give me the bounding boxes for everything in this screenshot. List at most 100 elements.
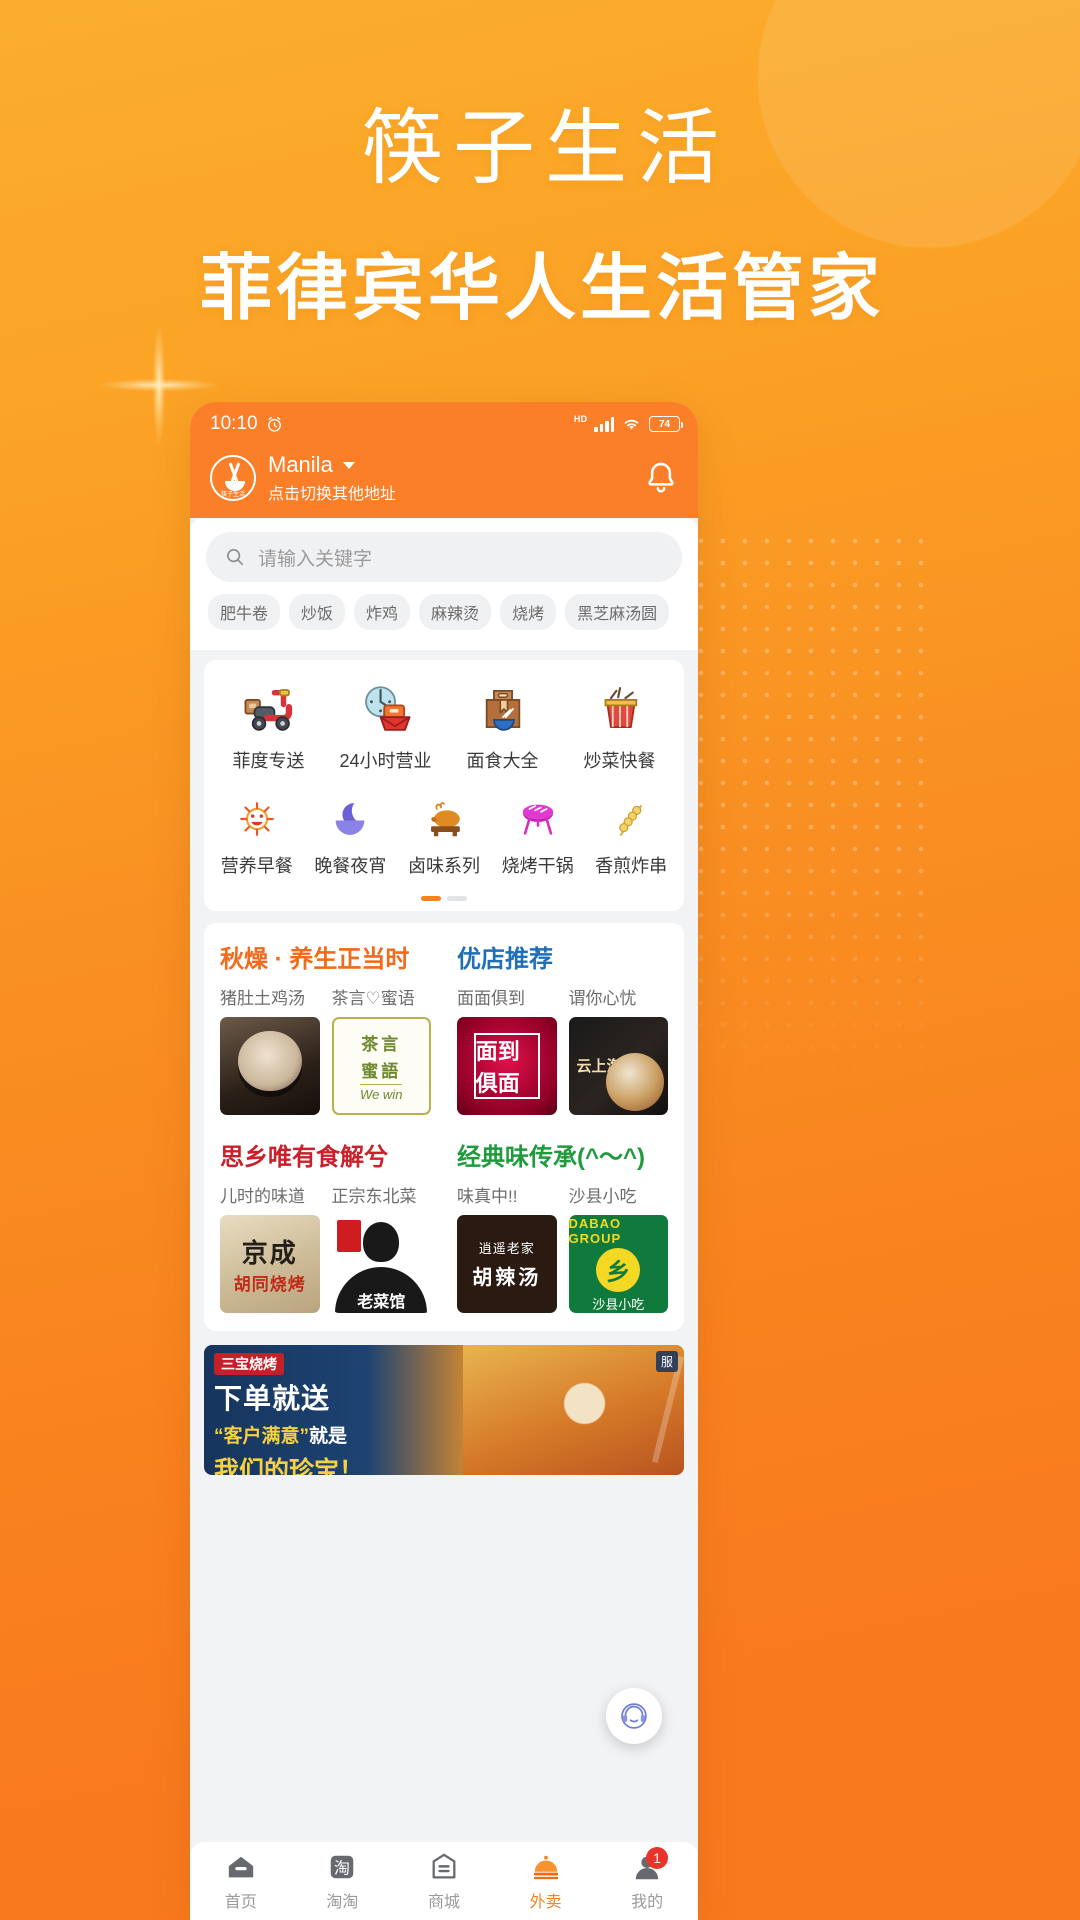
nav-label: 首页 [224, 1893, 257, 1911]
phone-mockup: 10:10 HD 74 筷子生活 Manila 点击切换其他地址 请输入关键字 … [190, 402, 698, 1920]
hero-title: 筷子生活 [360, 103, 729, 194]
promo-item[interactable]: 茶言♡蜜语 茶言 蜜語 We win [331, 984, 431, 1115]
red-noodle-logo-thumb[interactable]: 面到俱面 [457, 1017, 557, 1115]
promo-caption: 儿时的味道 [220, 1187, 305, 1206]
promo-item[interactable]: 面面俱到 面到俱面 [457, 984, 557, 1115]
grill-icon [512, 795, 564, 843]
banner-quote: “客户满意” [214, 1426, 310, 1447]
tag-chip[interactable]: 肥牛卷 [208, 594, 281, 630]
nav-label: 我的 [631, 1893, 664, 1911]
tag-chip[interactable]: 烧烤 [500, 594, 557, 630]
location-selector[interactable]: 筷子生活 Manila 点击切换其他地址 [210, 452, 396, 504]
tag-chip[interactable]: 炸鸡 [354, 594, 411, 630]
nav-item-tao[interactable]: 淘 淘淘 [292, 1851, 394, 1912]
tea-logo-script: We win [360, 1084, 403, 1102]
promo-group-autumn: 秋燥 · 养生正当时 猪肚土鸡汤 茶言♡蜜语 茶言 蜜語 We win [220, 939, 431, 1115]
customer-service-button[interactable] [606, 1688, 662, 1744]
sun-smile-icon [231, 795, 283, 843]
category-item-fastfood[interactable]: 炒菜快餐 [561, 680, 678, 773]
tag-chip[interactable]: 炒饭 [289, 594, 346, 630]
promo-group-homesick: 思乡唯有食解兮 儿时的味道 京成 胡同烧烤 正宗东北菜 老菜馆 [220, 1137, 431, 1313]
category-item-24h[interactable]: 24小时营业 [327, 680, 444, 773]
promo-caption: 沙县小吃 [568, 1187, 637, 1206]
category-label: 炒菜快餐 [583, 751, 656, 771]
bottom-navigation: 首页 淘 淘淘 商城 外卖 我的 1 [190, 1842, 698, 1920]
chevron-down-icon [342, 461, 355, 469]
promo-item[interactable]: 正宗东北菜 老菜馆 [331, 1182, 431, 1313]
promo-row-2: 思乡唯有食解兮 儿时的味道 京成 胡同烧烤 正宗东北菜 老菜馆 经典味传承(^～… [220, 1137, 668, 1313]
hero-headline: 筷子生活 菲律宾华人生活管家 [0, 103, 1080, 330]
nav-item-mall[interactable]: 商城 [393, 1851, 495, 1912]
mall-icon [428, 1851, 460, 1883]
promo-caption: 味真中!! [457, 1187, 518, 1206]
promo-section: 秋燥 · 养生正当时 猪肚土鸡汤 茶言♡蜜语 茶言 蜜語 We win 优店推荐… [204, 923, 684, 1331]
signal-bars-icon [594, 416, 614, 432]
hulatang-logo-thumb[interactable]: 逍遥老家 胡辣汤 [457, 1215, 557, 1313]
promo-caption: 猪肚土鸡汤 [220, 989, 305, 1008]
category-row-2: 营养早餐 晚餐夜宵 卤味系列 烧烤干锅 香煎炸串 [210, 795, 678, 878]
tag-chip[interactable]: 麻辣烫 [419, 594, 492, 630]
category-item-braised[interactable]: 卤味系列 [397, 795, 491, 878]
customer-service-icon [621, 1703, 647, 1729]
hd-label: HD [573, 414, 588, 424]
promo-caption: 茶言♡蜜语 [331, 989, 415, 1008]
seafood-dish-shape [606, 1053, 664, 1111]
search-input[interactable]: 请输入关键字 [206, 532, 682, 582]
promo-group-recommended: 优店推荐 面面俱到 面到俱面 谓你心忧 云上海鲜 [457, 939, 668, 1115]
nav-item-takeout[interactable]: 外卖 [495, 1851, 597, 1912]
dabao-logo-top: DABAO GROUP [568, 1215, 622, 1246]
laocaiguan-logo-name: 老菜馆 [357, 1294, 406, 1311]
nav-label: 商城 [427, 1893, 460, 1911]
category-item-skewer[interactable]: 香煎炸串 [584, 795, 678, 878]
app-logo-icon: 筷子生活 [210, 455, 256, 501]
category-label: 香煎炸串 [595, 856, 668, 876]
bbq-logo-sub: 胡同烧烤 [233, 1275, 306, 1294]
hero-subtitle: 菲律宾华人生活管家 [199, 249, 884, 330]
noodle-logo-char: 面到俱面 [473, 1033, 540, 1099]
banner-tag: 三宝烧烤 [214, 1353, 284, 1375]
promo-item[interactable]: 谓你心忧 云上海鲜 [568, 984, 668, 1115]
braised-chicken-icon [418, 795, 470, 843]
laocaiguan-logo-thumb[interactable]: 老菜馆 [331, 1215, 431, 1313]
nav-label: 淘淘 [326, 1893, 359, 1911]
category-item-breakfast[interactable]: 营养早餐 [210, 795, 304, 878]
category-item-scooter[interactable]: 菲度专送 [210, 680, 327, 773]
soup-photo-thumb[interactable] [220, 1017, 320, 1115]
promo-group-classic: 经典味传承(^～^) 味真中!! 逍遥老家 胡辣汤 沙县小吃 DABAO GRO… [457, 1137, 668, 1313]
moon-bowl-icon [324, 795, 376, 843]
home-icon [225, 1851, 257, 1883]
promo-title: 经典味传承(^～^) [457, 1144, 646, 1171]
portrait-head-shape [363, 1222, 400, 1262]
category-item-grill[interactable]: 烧烤干锅 [491, 795, 585, 878]
category-grid: 菲度专送 24小时营业 面食大全 炒菜快餐 营养早餐 晚餐夜宵 卤味系列 烧烤干… [204, 660, 684, 911]
jingcheng-bbq-logo-thumb[interactable]: 京成 胡同烧烤 [220, 1215, 320, 1313]
nav-label: 外卖 [529, 1893, 562, 1911]
tea-logo-thumb[interactable]: 茶言 蜜語 We win [331, 1017, 431, 1115]
banner-corner-label: 服 [655, 1351, 678, 1372]
promo-item[interactable]: 儿时的味道 京成 胡同烧烤 [220, 1182, 320, 1313]
category-item-dinner[interactable]: 晚餐夜宵 [304, 795, 398, 878]
promo-item[interactable]: 沙县小吃 DABAO GROUP 乡 沙县小吃 [568, 1182, 668, 1313]
search-placeholder: 请输入关键字 [258, 548, 373, 570]
category-item-noodles[interactable]: 面食大全 [444, 680, 561, 773]
dabao-logo-thumb[interactable]: DABAO GROUP 乡 沙县小吃 [568, 1215, 668, 1313]
nav-item-profile[interactable]: 我的 1 [596, 1846, 698, 1912]
decorative-dot-pattern [690, 530, 940, 1090]
notification-bell-button[interactable] [642, 459, 680, 497]
pager-dot-active[interactable] [421, 896, 441, 901]
promo-item[interactable]: 猪肚土鸡汤 [220, 984, 320, 1115]
logo-stamp-shape [336, 1220, 361, 1252]
dabao-logo-bottom: 沙县小吃 [592, 1296, 645, 1312]
category-pager[interactable] [210, 896, 678, 901]
bbq-logo-main: 京成 [241, 1238, 298, 1268]
seafood-photo-thumb[interactable]: 云上海鲜 [568, 1017, 668, 1115]
category-row-1: 菲度专送 24小时营业 面食大全 炒菜快餐 [210, 680, 678, 773]
svg-text:淘: 淘 [334, 1858, 350, 1877]
app-content: 请输入关键字 肥牛卷 炒饭 炸鸡 麻辣烫 烧烤 黑芝麻汤圆 菲度专送 24小时营… [190, 518, 698, 1475]
tag-chip[interactable]: 黑芝麻汤圆 [565, 594, 670, 630]
category-label: 烧烤干锅 [501, 856, 574, 876]
nav-item-home[interactable]: 首页 [190, 1851, 292, 1912]
pager-dot[interactable] [447, 896, 467, 901]
promo-banner[interactable]: 三宝烧烤 下单就送 “客户满意”就是 我们的珍宝！ 王老吉 服 [204, 1345, 684, 1475]
promo-item[interactable]: 味真中!! 逍遥老家 胡辣汤 [457, 1182, 557, 1313]
